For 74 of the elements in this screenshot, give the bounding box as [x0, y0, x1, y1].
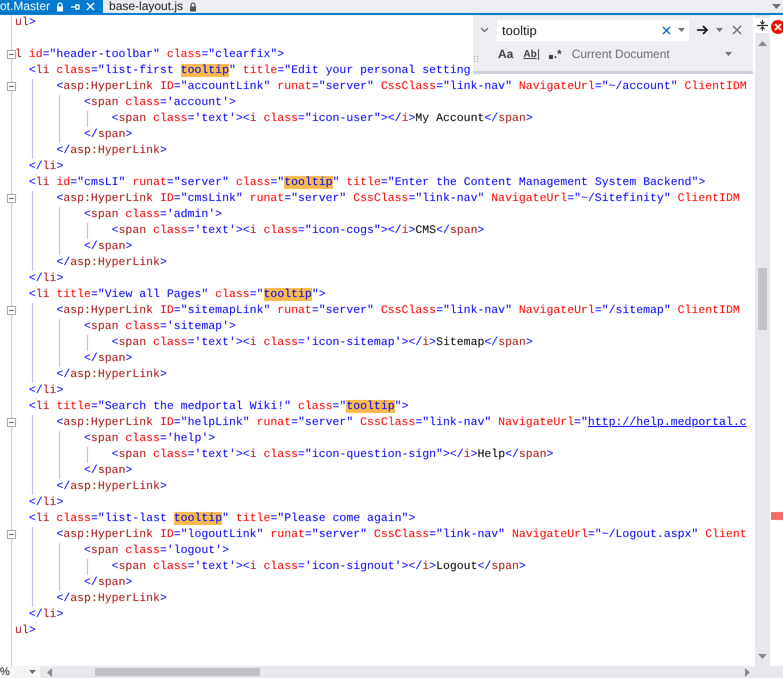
clear-icon[interactable]: [662, 26, 671, 34]
code-line: </asp:HyperLink>: [56, 367, 167, 383]
code-line: </asp:HyperLink>: [56, 591, 167, 607]
code-line: <asp:HyperLink ID="logoutLink" runat="server" CssClass="link-nav" NavigateUrl="~/Logout.aspx" Client: [56, 527, 747, 543]
option-toggle[interactable]: Ab: [523, 48, 539, 60]
code-line: <li id="cmsLI" runat="server" class="tooltip" title="Enter the Content Management System Backend">: [28, 175, 706, 191]
code-line: <asp:HyperLink ID="accountLink" runat="server" CssClass="link-nav" NavigateUrl="~/account" ClientIDM: [56, 79, 747, 95]
editor-tab[interactable]: base-layout.js: [103, 0, 204, 13]
code-line: <span class='text'><i class="icon-question-sign"></i>Help</span>: [112, 447, 554, 463]
code-line: </li>: [28, 159, 64, 175]
editor-tab[interactable]: ot.Master: [0, 0, 104, 13]
caret-icon: [716, 28, 723, 32]
caret-icon: [29, 670, 36, 674]
arrow-up-icon[interactable]: [758, 41, 767, 46]
code-line: <span class='help'>: [84, 431, 216, 447]
search-input[interactable]: tooltip: [502, 22, 662, 38]
code-line: <li title="View all Pages" class="tooltip">: [28, 287, 326, 303]
lock-icon: [56, 2, 64, 12]
code-line: </span>: [84, 463, 132, 479]
code-line: </li>: [28, 271, 64, 287]
chevron-down-icon[interactable]: [480, 27, 489, 33]
code-line: ul>: [15, 15, 36, 31]
code-line: <span class='account'>: [84, 95, 236, 111]
code-line: <span class='admin'>: [84, 207, 222, 223]
code-line: </asp:HyperLink>: [56, 255, 167, 271]
minus-square-icon[interactable]: [7, 306, 16, 315]
splitter-icon[interactable]: [757, 20, 768, 31]
minus-square-icon[interactable]: [7, 82, 16, 91]
caret-icon: [678, 28, 685, 32]
scroll-thumb[interactable]: [95, 668, 260, 676]
code-line: </span>: [84, 575, 132, 591]
code-line: </span>: [84, 239, 132, 255]
code-line: </asp:HyperLink>: [56, 479, 167, 495]
code-line: <span class='text'><i class="icon-cogs"></i>CMS</span>: [112, 223, 484, 239]
code-line: <span class='text'><i class='icon-sitemap'></i>Sitemap</span>: [112, 335, 533, 351]
code-line: </li>: [28, 607, 64, 623]
code-line: <asp:HyperLink ID="cmsLink" runat="server" CssClass="link-nav" NavigateUrl="~/Sitefinity" ClientIDM: [56, 191, 740, 207]
caret-icon[interactable]: [772, 4, 781, 9]
arrow-left-icon[interactable]: [47, 668, 52, 676]
arrow-right-icon[interactable]: [697, 25, 709, 35]
code-line: <li class="list-first tooltip" title="Edit your personal setting: [28, 63, 471, 79]
code-line: </span>: [84, 351, 132, 367]
search-box[interactable]: tooltip: [497, 20, 689, 40]
minus-square-icon[interactable]: [7, 194, 16, 203]
close-icon[interactable]: [732, 25, 742, 35]
pin-icon[interactable]: [70, 2, 80, 10]
code-line: <asp:HyperLink ID="sitemapLink" runat="server" CssClass="link-nav" NavigateUrl="/sitemap" ClientIDM: [56, 303, 740, 319]
caret-icon: [724, 52, 732, 56]
zoom-dropdown[interactable]: %: [0, 666, 40, 678]
scope-dropdown[interactable]: Current Document: [572, 47, 732, 61]
code-line: <li class="list-last tooltip" title="Please come again">: [28, 511, 416, 527]
arrow-down-icon[interactable]: [758, 654, 767, 659]
code-line: <span class='logout'>: [84, 543, 229, 559]
option-toggle[interactable]: Aa: [498, 47, 514, 61]
minus-square-icon[interactable]: [7, 418, 16, 427]
code-line: <li title="Search the medportal Wiki!" class="tooltip">: [28, 399, 408, 415]
code-line: <span class='text'><i class="icon-user"></i>My Account</span>: [112, 111, 533, 127]
code-line: l id="header-toolbar" class="clearfix">: [15, 47, 284, 63]
code-line: </asp:HyperLink>: [56, 143, 167, 159]
code-line: <asp:HyperLink ID="helpLink" runat="server" CssClass="link-nav" NavigateUrl="http://help.medportal.c: [56, 415, 747, 431]
grip-icon: [474, 56, 479, 62]
match-marker: [771, 512, 783, 520]
minus-square-icon[interactable]: [7, 530, 16, 539]
code-line: </li>: [28, 383, 64, 399]
scroll-thumb[interactable]: [758, 268, 767, 330]
minus-square-icon[interactable]: [7, 50, 16, 59]
code-link[interactable]: http://help.medportal.c: [588, 416, 747, 429]
code-line: ul>: [15, 623, 36, 639]
code-line: </li>: [28, 495, 64, 511]
code-line: <span class='sitemap'>: [84, 319, 236, 335]
option-toggle[interactable]: .*: [548, 47, 562, 61]
lock-icon: [189, 2, 198, 12]
code-line: <span class='text'><i class='icon-signout'></i>Logout</span>: [112, 559, 526, 575]
code-line: </span>: [84, 127, 132, 143]
